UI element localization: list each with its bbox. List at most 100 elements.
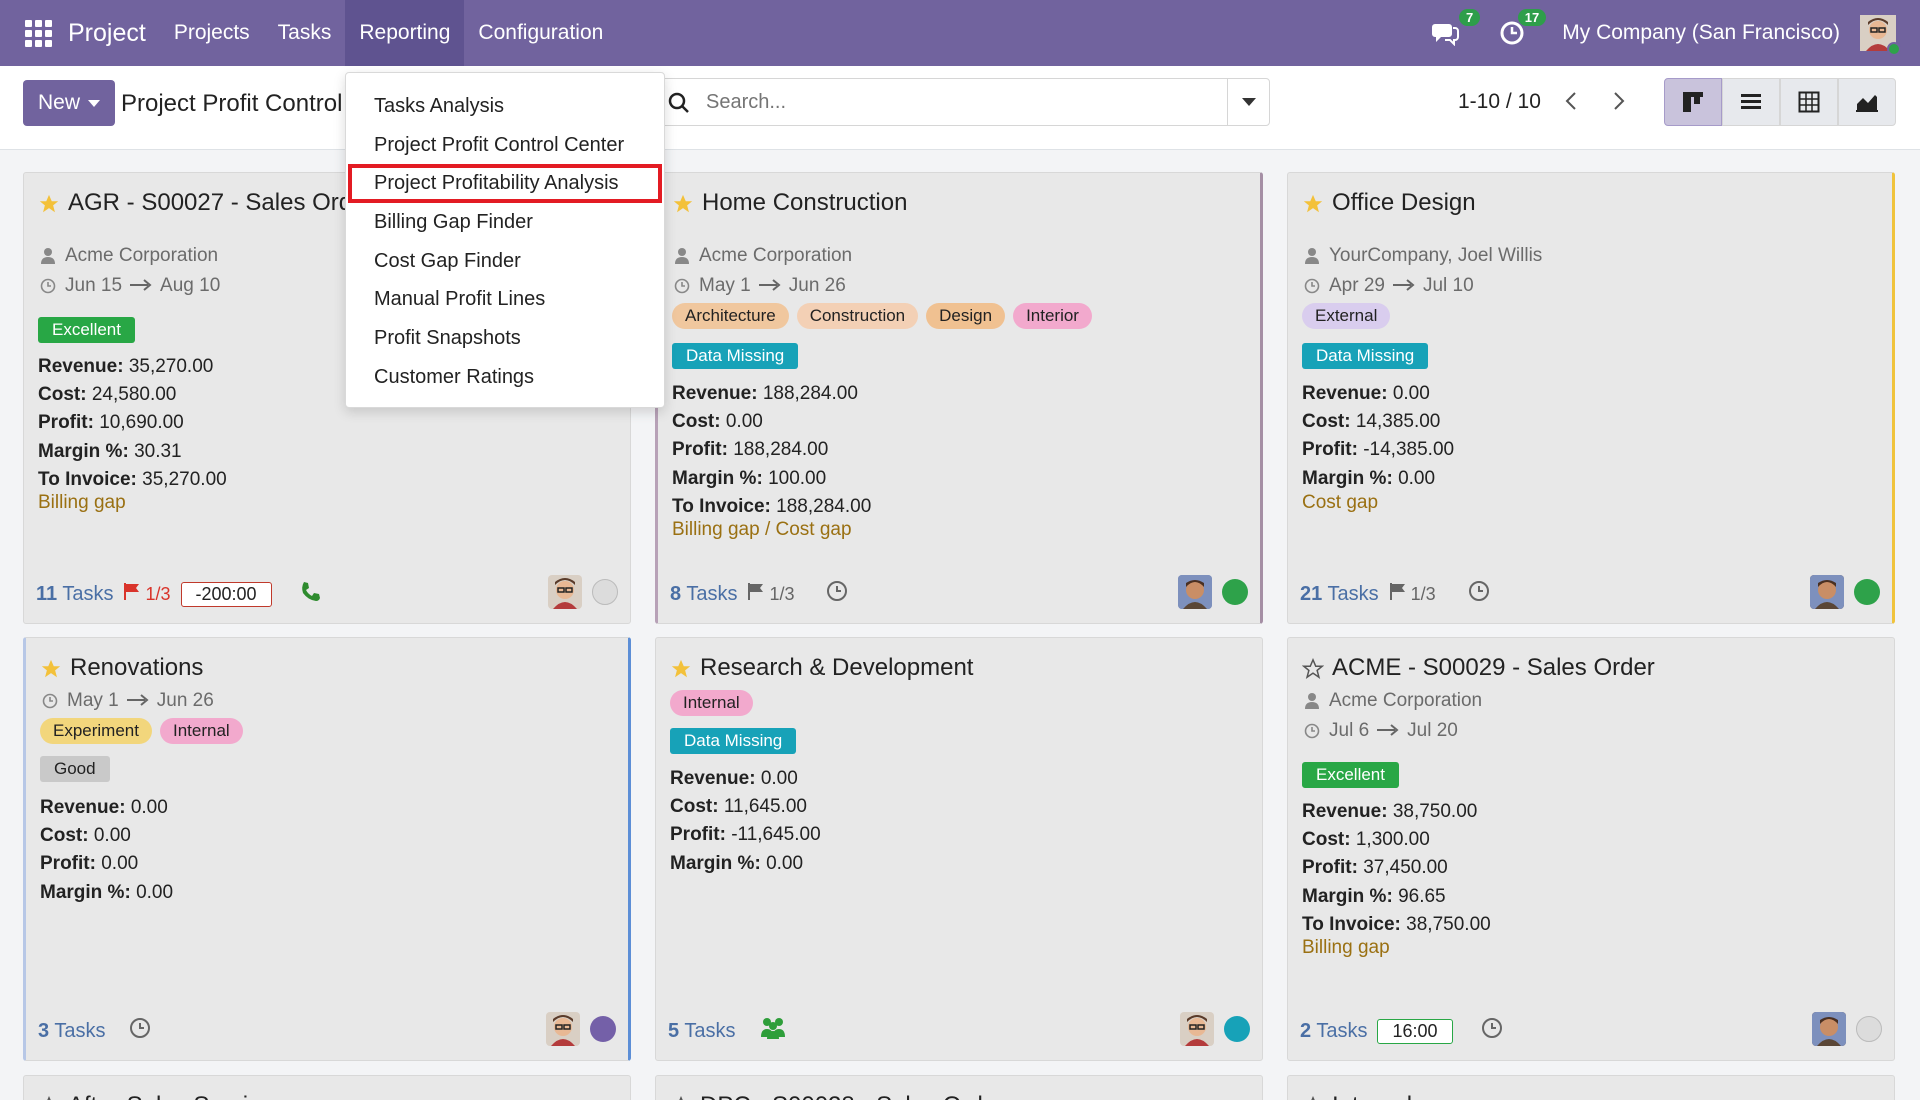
menu-configuration[interactable]: Configuration <box>464 0 617 66</box>
to-invoice-label: To Invoice: <box>1302 913 1401 935</box>
status-circle[interactable] <box>590 1016 616 1042</box>
tasks-link[interactable]: 3 Tasks <box>38 1020 105 1043</box>
favorite-star-icon[interactable] <box>38 193 60 215</box>
activities-clock-icon[interactable]: 17 <box>1496 9 1547 49</box>
favorite-star-icon[interactable] <box>1302 193 1324 215</box>
pager-previous-button[interactable] <box>1556 86 1586 116</box>
favorite-star-icon[interactable] <box>672 193 694 215</box>
user-avatar[interactable] <box>1860 15 1901 56</box>
clock-icon <box>673 278 691 294</box>
search-input[interactable] <box>706 90 1186 114</box>
favorite-star-outline-icon[interactable] <box>670 1096 692 1100</box>
project-card[interactable]: Research & Development Internal Data Mis… <box>655 637 1263 1061</box>
margin-value: 100.00 <box>768 467 827 489</box>
manager-avatar[interactable] <box>1180 1012 1214 1046</box>
users-group-icon[interactable] <box>759 1017 787 1045</box>
manager-avatar[interactable] <box>1810 575 1844 609</box>
tasks-link[interactable]: 8 Tasks <box>670 583 737 606</box>
company-switcher[interactable]: My Company (San Francisco) <box>1562 21 1840 45</box>
status-circle[interactable] <box>1224 1016 1250 1042</box>
app-brand[interactable]: Project <box>68 19 146 48</box>
profit-stats: Revenue: 38,750.00 Cost: 1,300.00 Profit… <box>1302 798 1491 939</box>
card-footer: 2 Tasks 16:00 <box>1300 1016 1503 1046</box>
status-circle[interactable] <box>1222 579 1248 605</box>
favorite-star-outline-icon[interactable] <box>1302 658 1324 680</box>
tasks-count: 8 <box>670 582 682 605</box>
caret-down-icon <box>88 99 100 107</box>
menu-item-customer-ratings[interactable]: Customer Ratings <box>346 358 664 397</box>
status-circle[interactable] <box>1854 579 1880 605</box>
tasks-link[interactable]: 11 Tasks <box>36 583 113 606</box>
graph-view-button[interactable] <box>1838 78 1896 126</box>
profit-label: Profit: <box>672 439 728 461</box>
messages-icon[interactable]: 7 <box>1430 9 1481 49</box>
menu-tasks[interactable]: Tasks <box>264 0 346 66</box>
search-options-toggle[interactable] <box>1227 79 1269 125</box>
manager-avatar[interactable] <box>548 575 582 609</box>
favorite-star-outline-icon[interactable] <box>38 1096 60 1100</box>
revenue-value: 0.00 <box>1392 383 1430 404</box>
project-card[interactable]: Home Construction Acme Corporation May 1… <box>655 172 1263 624</box>
project-card[interactable]: ACME - S00029 - Sales Order Acme Corpora… <box>1287 637 1895 1061</box>
tasks-link[interactable]: 5 Tasks <box>668 1020 735 1043</box>
menu-item-profitability-analysis[interactable]: Project Profitability Analysis <box>348 164 662 204</box>
area-chart-icon <box>1856 95 1878 112</box>
kanban-view-button[interactable] <box>1664 78 1722 126</box>
menu-item-manual-profit-lines[interactable]: Manual Profit Lines <box>346 280 664 319</box>
activity-clock-icon[interactable] <box>826 580 848 608</box>
menu-item-cost-gap-finder[interactable]: Cost Gap Finder <box>346 242 664 281</box>
profit-value: 188,284.00 <box>733 439 829 461</box>
favorite-star-icon[interactable] <box>40 658 62 680</box>
milestone-progress: 1/3 <box>1410 583 1436 604</box>
project-card-partial[interactable]: Internal <box>1287 1075 1895 1100</box>
list-view-button[interactable] <box>1722 78 1780 126</box>
manager-avatar[interactable] <box>546 1012 580 1046</box>
cost-label: Cost: <box>40 825 89 847</box>
project-card[interactable]: Office Design YourCompany, Joel Willis A… <box>1287 172 1895 624</box>
project-card[interactable]: Renovations May 1 Jun 26 Experiment Inte… <box>23 637 631 1061</box>
apps-grid-icon[interactable] <box>24 19 52 47</box>
status-circle[interactable] <box>592 579 618 605</box>
tasks-word: Tasks <box>54 1019 106 1042</box>
project-card-partial[interactable]: DPC - S00028 - Sales Order <box>655 1075 1263 1100</box>
phone-icon[interactable] <box>300 581 320 607</box>
timesheet-timer[interactable]: 16:00 <box>1377 1018 1453 1044</box>
rating-badge: Data Missing <box>672 343 799 369</box>
tasks-count: 5 <box>668 1019 680 1042</box>
new-button[interactable]: New <box>23 80 115 126</box>
pager-value[interactable]: 1-10 / 10 <box>1458 90 1541 114</box>
cost-value: 24,580.00 <box>91 384 177 406</box>
menu-projects[interactable]: Projects <box>160 0 264 66</box>
menu-item-tasks-analysis[interactable]: Tasks Analysis <box>346 87 664 126</box>
kanban-board: AGR - S00027 - Sales Order Acme Corporat… <box>0 150 1920 1100</box>
card-footer-right <box>1180 1012 1250 1046</box>
status-circle[interactable] <box>1856 1016 1882 1042</box>
card-footer: 3 Tasks <box>38 1016 151 1046</box>
manager-avatar[interactable] <box>1178 575 1212 609</box>
project-card-partial[interactable]: After-Sales Services <box>23 1075 631 1100</box>
menu-item-profit-control-center[interactable]: Project Profit Control Center <box>346 126 664 165</box>
revenue-value: 0.00 <box>760 768 798 789</box>
favorite-star-outline-icon[interactable] <box>1302 1096 1324 1100</box>
revenue-label: Revenue: <box>672 383 758 404</box>
pivot-view-button[interactable] <box>1780 78 1838 126</box>
menu-reporting[interactable]: Reporting <box>345 0 465 66</box>
tasks-link[interactable]: 21 Tasks <box>1300 583 1379 606</box>
activity-clock-icon[interactable] <box>1468 580 1490 608</box>
menu-item-billing-gap-finder[interactable]: Billing Gap Finder <box>346 203 664 242</box>
activity-clock-icon[interactable] <box>129 1017 151 1045</box>
timesheet-timer[interactable]: -200:00 <box>180 581 272 607</box>
card-footer-right <box>1810 575 1880 609</box>
favorite-star-icon[interactable] <box>670 658 692 680</box>
activity-clock-icon[interactable] <box>1481 1017 1503 1045</box>
to-invoice-label: To Invoice: <box>38 468 137 490</box>
project-customer: Acme Corporation <box>1303 690 1482 712</box>
end-date: Jun 26 <box>788 275 846 296</box>
profit-stats: Revenue: 0.00 Cost: 11,645.00 Profit: -1… <box>670 765 821 878</box>
pager-next-button[interactable] <box>1604 86 1634 116</box>
manager-avatar[interactable] <box>1812 1012 1846 1046</box>
arrow-right-icon <box>758 275 781 297</box>
reporting-dropdown-menu: Tasks Analysis Project Profit Control Ce… <box>345 72 665 408</box>
menu-item-profit-snapshots[interactable]: Profit Snapshots <box>346 319 664 358</box>
tasks-link[interactable]: 2 Tasks <box>1300 1020 1367 1043</box>
